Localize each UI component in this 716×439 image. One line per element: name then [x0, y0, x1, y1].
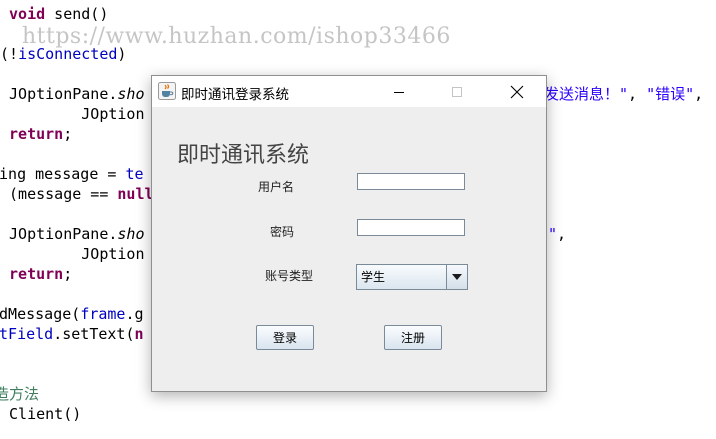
code-line: (message == null: [0, 185, 154, 203]
username-input[interactable]: [357, 173, 465, 190]
password-label: 密码: [270, 225, 295, 239]
code-token: ": [548, 225, 558, 243]
watermark: https://www.huzhan.com/ishop33466: [22, 24, 451, 49]
code-token: 造方法: [0, 385, 40, 403]
code-token: frame: [80, 305, 126, 323]
code-token: .g: [125, 305, 144, 323]
code-line: JOption: [0, 245, 145, 263]
code-token: ,: [628, 85, 647, 103]
code-token: (message ==: [0, 185, 118, 203]
window-title: 即时通讯登录系统: [181, 87, 289, 103]
login-window: 即时通讯登录系统 即时通讯系统 用户名 密码 账号类型 学生 登录 注册: [151, 75, 547, 392]
code-token: ,: [557, 225, 567, 243]
code-line: ring message = te: [0, 165, 144, 183]
code-line-right: 发送消息！", "错误",: [544, 85, 703, 103]
username-label: 用户名: [258, 180, 295, 194]
code-token: ;: [63, 265, 73, 283]
minimize-button[interactable]: [376, 76, 422, 107]
code-token: n: [134, 325, 144, 343]
password-input[interactable]: [357, 219, 465, 236]
code-line: JOptionPane.sho: [0, 85, 145, 103]
code-token: !: [9, 45, 19, 63]
code-token: (: [0, 45, 10, 63]
code-token: xtField: [0, 325, 54, 343]
code-line: ndMessage(frame.g: [0, 305, 144, 323]
code-token: return: [9, 125, 64, 143]
code-token: sho: [117, 225, 145, 243]
code-line: xtField.setText(n: [0, 325, 144, 343]
code-token: "错误": [646, 85, 695, 103]
code-line: return;: [0, 265, 72, 283]
code-line: return;: [0, 125, 72, 143]
title-bar[interactable]: 即时通讯登录系统: [152, 76, 546, 107]
account-type-select[interactable]: 学生: [356, 264, 468, 290]
code-line: void send(): [0, 5, 108, 23]
code-line: 造方法: [0, 385, 39, 403]
window-content: 即时通讯系统 用户名 密码 账号类型 学生 登录 注册: [152, 107, 546, 391]
account-type-label: 账号类型: [265, 269, 314, 283]
code-token: 发送消息！": [544, 85, 629, 103]
code-token: return: [9, 265, 64, 283]
java-cup-icon: [158, 82, 176, 100]
code-token: sho: [117, 85, 145, 103]
account-type-value: 学生: [357, 265, 446, 289]
code-token: null: [117, 185, 154, 203]
code-token: JOption: [0, 105, 145, 123]
code-line: Client(): [0, 405, 81, 423]
close-icon: [510, 85, 524, 98]
chevron-down-icon: [452, 274, 462, 280]
code-line: JOptionPane.sho: [0, 225, 145, 243]
register-button[interactable]: 注册: [384, 325, 442, 350]
minimize-icon: [394, 91, 404, 93]
code-token: JOptionPane.: [0, 85, 118, 103]
close-button[interactable]: [494, 76, 540, 107]
code-token: ;: [63, 125, 73, 143]
page-title: 即时通讯系统: [177, 143, 310, 168]
code-token: ndMessage(: [0, 305, 81, 323]
code-token: ring message =: [0, 165, 126, 183]
dropdown-arrow-button[interactable]: [446, 265, 467, 289]
maximize-icon: [452, 86, 462, 97]
code-token: Client(): [0, 405, 82, 423]
code-token: .setText(: [53, 325, 135, 343]
login-button[interactable]: 登录: [256, 325, 314, 350]
code-line: JOption: [0, 105, 145, 123]
maximize-button[interactable]: [434, 76, 480, 107]
code-token: void: [9, 5, 46, 23]
code-token: te: [125, 165, 144, 183]
code-token: JOptionPane.: [0, 225, 118, 243]
code-token: send(): [45, 5, 109, 23]
code-token: ,: [694, 85, 704, 103]
code-line-right: ",: [548, 225, 566, 243]
code-token: JOption: [0, 245, 145, 263]
